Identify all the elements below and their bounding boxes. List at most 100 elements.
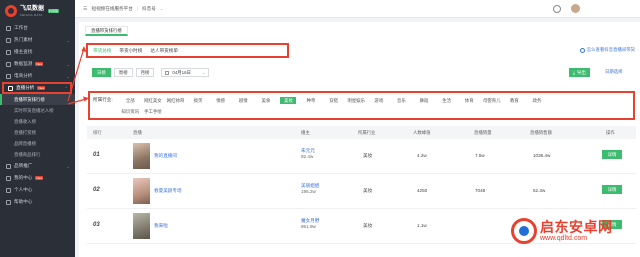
sidebar-sub-live-goods-rank[interactable]: 直播商品排行: [0, 149, 75, 160]
col-industry: 所属行业: [358, 130, 376, 135]
live-thumbnail[interactable]: [133, 178, 150, 204]
industry-option[interactable]: 游戏: [368, 97, 391, 104]
sidebar-item-label: 电商分析: [14, 73, 33, 78]
anchor-fans: 195.2w: [301, 189, 316, 194]
monitor-icon: [6, 61, 11, 67]
sidebar-item-brand-promo[interactable]: 品牌推广 ⌄: [0, 160, 75, 172]
tab-total-rank[interactable]: 带货总榜: [93, 48, 111, 54]
tab-hourly-rank[interactable]: 带货小时榜: [119, 48, 142, 54]
date-picker-link[interactable]: 日期选择: [605, 69, 623, 75]
chevron-down-icon: ⌄: [66, 37, 70, 43]
sidebar: 飞瓜数据 FEIGUA DATA 抖音版 工作台 热门素材 ⌄ 播主查找 数据监…: [0, 0, 75, 257]
logo[interactable]: 飞瓜数据 FEIGUA DATA 抖音版: [0, 0, 75, 22]
industry-filter: 所属行业: 全部 网红美女 网红帅哥 搞笑 情感 剧情 美食 美妆 种草 穿搭 明星娱乐 游戏 音乐 舞蹈…: [88, 91, 635, 120]
chevron-down-icon: ⌄: [159, 6, 164, 11]
sidebar-sub-live-tip-rank[interactable]: 直播打赏榜: [0, 127, 75, 138]
anchor-fans: 92.4w: [301, 154, 314, 159]
sidebar-item-workbench[interactable]: 工作台: [0, 22, 75, 34]
date-select[interactable]: 04月16日 ⌄: [161, 68, 210, 77]
watermark-title: 启东安卓网: [540, 218, 613, 235]
industry-option[interactable]: 知识资讯: [119, 108, 142, 115]
sidebar-item-help-center[interactable]: 帮助中心: [0, 196, 75, 208]
detail-button[interactable]: 详情: [602, 150, 622, 159]
col-live: 直播: [133, 130, 142, 135]
industry-option[interactable]: 网红美女: [142, 97, 165, 104]
sidebar-item-live-analysis[interactable]: 直播分析 New ⌃: [2, 82, 72, 94]
live-title-link[interactable]: 我来啦: [154, 223, 168, 229]
gmv-value: 1036.4w: [533, 153, 551, 158]
col-rank: 排行: [93, 130, 102, 135]
export-button[interactable]: ⤓ 导出: [569, 68, 590, 77]
logo-title: 飞瓜数据: [20, 5, 45, 12]
industry-option[interactable]: 生活: [435, 97, 458, 104]
industry-option[interactable]: 政务: [526, 97, 549, 104]
breadcrumb: 短视频在线服务平台: [91, 5, 133, 11]
industry-option[interactable]: 网红帅哥: [164, 97, 187, 104]
avatar[interactable]: [571, 4, 580, 13]
sidebar-item-ecommerce[interactable]: 电商分析 ⌄: [0, 70, 75, 82]
industry-option[interactable]: 手工手绘: [142, 108, 165, 115]
industry-option[interactable]: 美食: [255, 97, 278, 104]
viewers-value: 1.1w: [417, 223, 427, 228]
sidebar-item-label: 品牌推广: [14, 163, 33, 168]
help-link-text: 怎么查看抖音直播间带货: [586, 47, 635, 52]
live-title-link[interactable]: 春夏美颜专场: [154, 188, 182, 194]
live-icon: [8, 85, 13, 91]
sidebar-item-personal-center[interactable]: 个人中心: [0, 184, 75, 196]
sidebar-sub-live-sales-rank[interactable]: 直播带货排行榜: [0, 94, 75, 105]
industry-option[interactable]: 种草: [300, 97, 323, 104]
chevron-down-icon: ⌄: [202, 70, 206, 75]
table-row[interactable]: 02 春夏美颜专场 美丽姐姐 195.2w 美妆 4250 7048 52.3w…: [87, 174, 636, 209]
industry-option[interactable]: 舞蹈: [413, 97, 436, 104]
industry-option[interactable]: 教育: [503, 97, 526, 104]
industry-option[interactable]: 情感: [209, 97, 232, 104]
sidebar-item-find-anchor[interactable]: 播主查找: [0, 46, 75, 58]
sidebar-item-label: 直播分析: [16, 85, 35, 90]
industry-option[interactable]: 明星娱乐: [345, 97, 368, 104]
question-icon: [579, 47, 585, 53]
detail-button[interactable]: 详情: [602, 185, 622, 194]
menu-icon[interactable]: ☰: [83, 6, 87, 12]
separator: |: [136, 6, 139, 11]
month-rank-button[interactable]: 月榜: [135, 68, 155, 77]
live-thumbnail[interactable]: [133, 143, 150, 169]
sidebar-item-hot-material[interactable]: 热门素材 ⌄: [0, 34, 75, 46]
sidebar-item-my-center[interactable]: 我的中心 New: [0, 172, 75, 184]
tab-anchor-rank[interactable]: 达人带货榜单: [150, 48, 178, 54]
industry-option[interactable]: 穿搭: [322, 97, 345, 104]
sidebar-sub-live-income-rank[interactable]: 直播收入榜: [0, 116, 75, 127]
col-viewers: 人数峰值: [413, 130, 431, 135]
chevron-down-icon: ⌄: [66, 61, 70, 67]
rank-type-tabs: 带货总榜 带货小时榜 达人带货榜单: [86, 43, 289, 58]
new-badge: New: [35, 62, 44, 66]
col-sales: 直播销量: [474, 130, 492, 135]
table-row[interactable]: 01 我的直播间 朱元元 92.4w 美妆 4.2w 7.5w 1036.4w …: [87, 139, 636, 174]
sidebar-sub-brand-live-rank[interactable]: 品牌直播榜: [0, 138, 75, 149]
viewers-value: 4250: [417, 188, 428, 193]
industry-option[interactable]: 搞笑: [187, 97, 210, 104]
logo-subtitle: FEIGUA DATA: [20, 12, 43, 17]
live-thumbnail[interactable]: [133, 213, 150, 239]
help-link[interactable]: 怎么查看抖音直播间带货: [579, 47, 635, 53]
day-rank-button[interactable]: 日榜: [92, 68, 111, 77]
industry-option[interactable]: 美妆: [280, 97, 297, 104]
period-filter: 日榜 周榜 月榜 04月16日 ⌄: [92, 68, 210, 77]
live-title-link[interactable]: 我的直播间: [154, 153, 177, 159]
industry-option[interactable]: 全部: [119, 97, 142, 104]
industry-option[interactable]: 剧情: [232, 97, 255, 104]
account-switcher[interactable]: 抖音号: [142, 6, 156, 12]
industry-option[interactable]: 母婴育儿: [481, 97, 504, 104]
sidebar-sub-realtime-anchor-rank[interactable]: 实时带货直播达人榜: [0, 105, 75, 116]
help-icon: [6, 199, 11, 205]
industry-option[interactable]: 体育: [458, 97, 481, 104]
tab-live-sales-rank[interactable]: 直播带货排行榜: [85, 26, 128, 36]
col-ops: 操作: [606, 130, 615, 135]
week-rank-button[interactable]: 周榜: [113, 68, 133, 77]
new-badge: New: [35, 176, 44, 180]
sidebar-item-data-monitor[interactable]: 数据监测 New ⌄: [0, 58, 75, 70]
sidebar-item-label: 播主查找: [14, 49, 33, 54]
headset-icon[interactable]: [553, 4, 561, 13]
download-icon: ⤓: [573, 70, 575, 75]
industry-option[interactable]: 音乐: [390, 97, 413, 104]
star-icon: [6, 175, 11, 181]
